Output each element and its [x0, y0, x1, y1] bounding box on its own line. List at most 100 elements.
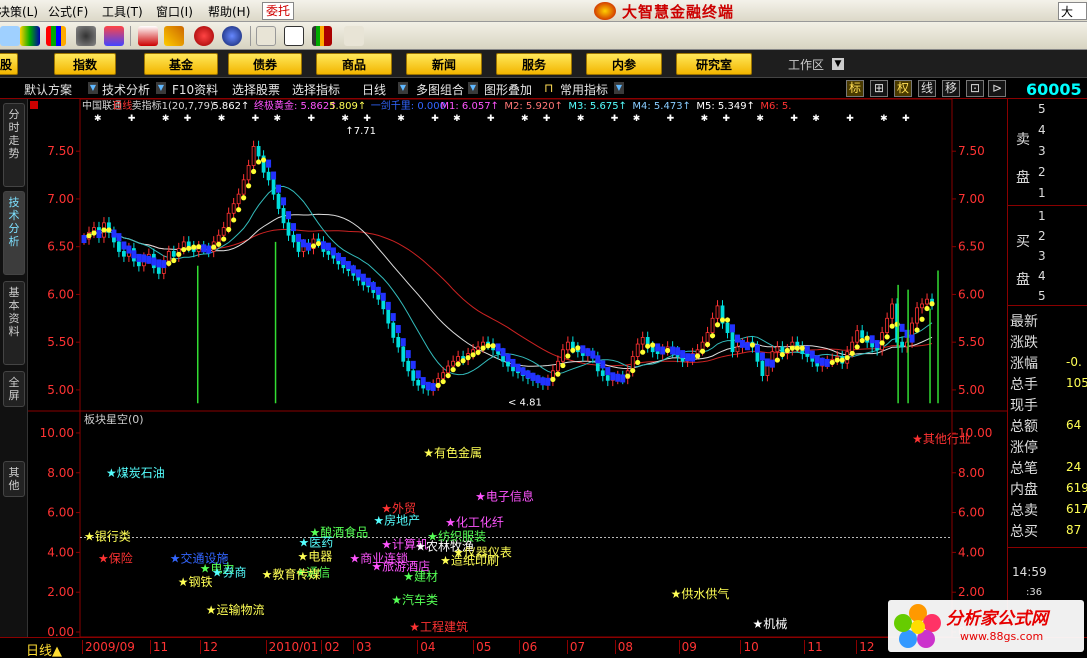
signal-band: [595, 355, 601, 364]
overlay[interactable]: 图形叠加: [484, 81, 532, 98]
scheme-dropdown-icon[interactable]: ▼: [88, 82, 98, 94]
candle-body: [725, 322, 730, 334]
workspace-dropdown-icon[interactable]: ▼: [832, 58, 844, 70]
candle-body: [456, 356, 461, 362]
y-tick-label-right: 10.00: [958, 426, 992, 440]
signal-band: [610, 372, 616, 381]
toolbar-books-icon[interactable]: [312, 26, 332, 46]
nav-bond[interactable]: 债券: [228, 53, 302, 75]
multi-chart[interactable]: 多图组合: [416, 81, 464, 98]
x-tick-label: 09: [678, 640, 697, 654]
line-icon[interactable]: 线: [918, 80, 936, 97]
grid-icon[interactable]: ⊞: [870, 80, 888, 97]
tech-analysis[interactable]: 技术分析: [102, 81, 150, 98]
period-dropdown-icon[interactable]: ▼: [398, 82, 408, 94]
top-signal-mark: ✚: [902, 114, 910, 124]
signal-band: [809, 350, 815, 359]
toolbar-window-icon[interactable]: [284, 26, 304, 46]
signal-band: [430, 383, 436, 392]
signal-dot: [191, 244, 197, 250]
menu-tools[interactable]: 工具(T): [102, 3, 143, 20]
field-label: 总手: [1010, 377, 1038, 393]
menu-window[interactable]: 窗口(I): [156, 3, 193, 20]
nav-commodity[interactable]: 商品: [316, 53, 392, 75]
toolbar-diamond-icon[interactable]: [164, 26, 184, 46]
toolbar-binoculars-icon[interactable]: [76, 26, 96, 46]
rights-icon[interactable]: 权: [894, 80, 912, 97]
tab-technical[interactable]: 技术分析: [3, 191, 25, 275]
menu-decision[interactable]: 决策(L): [0, 3, 38, 20]
signal-band: [296, 233, 301, 242]
f10-info[interactable]: F10资料: [172, 81, 218, 98]
candle-body: [805, 353, 810, 357]
select-stock[interactable]: 选择股票: [232, 81, 280, 98]
nav-service[interactable]: 服务: [496, 53, 572, 75]
buy-level-1: 1: [1038, 209, 1046, 223]
nav-index[interactable]: 指数: [54, 53, 116, 75]
top-signal-mark: ✚: [431, 114, 439, 124]
signal-dot: [445, 372, 451, 379]
toolbar-red-circle-icon[interactable]: [194, 26, 214, 46]
trade-button[interactable]: 委托: [262, 2, 295, 20]
move-icon[interactable]: 移: [942, 80, 960, 97]
buy-level-2: 2: [1038, 229, 1046, 243]
nav-fund[interactable]: 基金: [144, 53, 218, 75]
nav-news[interactable]: 新闻: [406, 53, 482, 75]
tab-other[interactable]: 其他: [3, 461, 25, 497]
signal-band: [291, 223, 297, 232]
select-indicator[interactable]: 选择指标: [292, 81, 340, 98]
signal-dot: [784, 347, 790, 354]
toolbar-bars-icon[interactable]: [46, 26, 66, 46]
lock-icon[interactable]: ⊓: [544, 81, 553, 95]
nav-insider[interactable]: 内参: [586, 53, 662, 75]
signal-band: [111, 229, 117, 238]
candle-body: [925, 298, 929, 305]
tab-fullscreen[interactable]: 全屏: [3, 371, 25, 407]
signal-band: [545, 377, 551, 386]
mark-icon[interactable]: 标: [846, 80, 864, 97]
signal-dot: [490, 343, 496, 349]
toolbar-blue-circle-icon[interactable]: [222, 26, 242, 46]
quote-panel: 卖盘 买盘 14:59 :36 5 4 3 2 1 1 2 3 4 5 最新 涨跌 涨幅 -0. 总手 105…: [1007, 99, 1087, 637]
menu-help[interactable]: 帮助(H): [208, 3, 250, 20]
tab-intraday[interactable]: 分时走势: [3, 103, 25, 187]
tab-fundamental[interactable]: 基本资料: [3, 281, 25, 365]
contest-button[interactable]: 大赛: [1058, 2, 1087, 36]
toolbar-back-icon[interactable]: [0, 26, 20, 46]
nav-research[interactable]: 研究室: [676, 53, 752, 75]
common-dropdown-icon[interactable]: ▼: [614, 82, 624, 94]
workspace-label[interactable]: 工作区: [788, 56, 824, 73]
signal-dot: [101, 227, 107, 233]
signal-dot: [475, 349, 481, 356]
indicator-legend-item: M4: 5.473↑: [632, 101, 691, 112]
signal-band: [540, 377, 546, 386]
x-tick-label: 11: [149, 640, 168, 654]
tech-dropdown-icon[interactable]: ▼: [156, 82, 166, 94]
multi-dropdown-icon[interactable]: ▼: [468, 82, 478, 94]
signal-band: [819, 357, 825, 366]
sell-level-3: 3: [1038, 144, 1046, 158]
toolbar-sort-icon[interactable]: [104, 26, 124, 46]
indicator-legend-item: 5.862↑: [212, 101, 249, 112]
toolbar-quote-icon[interactable]: [20, 26, 40, 46]
frame-icon[interactable]: ⊡: [966, 80, 984, 97]
top-signal-mark: ✱: [577, 114, 585, 124]
period-switch[interactable]: 日线▲: [26, 640, 62, 658]
signal-band: [754, 344, 760, 353]
signal-dot: [211, 244, 217, 250]
toolbar-help-icon[interactable]: [344, 26, 364, 46]
toolbar-box-icon[interactable]: [256, 26, 276, 46]
signal-band: [96, 230, 102, 239]
signal-band: [390, 313, 396, 322]
close-pane-icon[interactable]: [30, 101, 38, 109]
top-signal-mark: ✚: [307, 114, 315, 124]
chart-area[interactable]: ✱ ✚ ✱ ✚ ✱ ✚ ✱ ✚ ✱ ✚ ✱ ✚ ✱ ✚ ✱ ✚ ✱ ✚ ✱ ✚ ✱ ✚ ✱ ✚ ✱ ✚ ✱ ✚ ★有色金属★其他行业★…: [28, 99, 1007, 637]
period-daily[interactable]: 日线: [362, 81, 386, 98]
toolbar-alert-icon[interactable]: [138, 26, 158, 46]
play-icon[interactable]: ⊳: [988, 80, 1006, 97]
nav-stock[interactable]: 股: [0, 53, 18, 75]
common-indicators[interactable]: 常用指标: [560, 81, 608, 98]
menu-formula[interactable]: 公式(F): [48, 3, 88, 20]
signal-dot: [650, 342, 656, 348]
default-scheme[interactable]: 默认方案: [24, 81, 72, 98]
